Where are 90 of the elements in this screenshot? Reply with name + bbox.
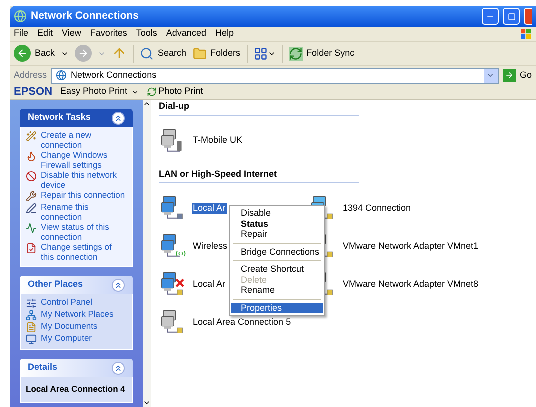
network-icon [14, 10, 27, 23]
address-value: Network Connections [71, 68, 158, 82]
task-link[interactable]: Rename this connection [41, 203, 127, 222]
network-icon [26, 310, 37, 321]
flame-icon [26, 151, 37, 162]
menu-item[interactable]: File [14, 27, 29, 41]
details-title: Local Area Connection 4 [26, 383, 126, 396]
task-link[interactable]: My Computer [41, 334, 92, 344]
photo-print-button[interactable]: Photo Print [146, 85, 204, 99]
menu-item[interactable]: Edit [38, 27, 54, 41]
wand-icon [26, 131, 37, 142]
caret-icon [486, 71, 496, 80]
group-header: Dial-up [159, 100, 359, 116]
task-link[interactable]: Control Panel [41, 298, 93, 308]
document-icon [26, 322, 37, 333]
windows-logo-icon [521, 28, 532, 40]
globe-icon [56, 70, 68, 81]
connection-name[interactable]: Local Ar [192, 202, 227, 214]
connection-name[interactable]: Local Ar [192, 278, 227, 290]
search-button[interactable]: Search [140, 46, 187, 60]
task-link[interactable]: View status of this connection [41, 223, 127, 242]
task-link[interactable]: My Network Places [41, 310, 114, 320]
back-button[interactable]: Back [14, 45, 56, 62]
folder-sync-button[interactable]: Folder Sync [288, 46, 355, 60]
double-chevron-icon [114, 280, 123, 290]
document-check-icon [26, 243, 37, 254]
disconnected-computer-icon [161, 270, 187, 298]
views-button[interactable] [254, 46, 276, 60]
connection-name[interactable]: Wireless [192, 240, 229, 252]
double-chevron-icon [114, 114, 123, 122]
menu-option[interactable]: Status [231, 218, 323, 229]
scrollbar[interactable] [143, 100, 151, 407]
group-header: LAN or High-Speed Internet [159, 168, 359, 183]
easy-photo-print-button[interactable]: Easy Photo Print [60, 85, 139, 99]
scroll-down-icon [143, 399, 151, 407]
panel-title: Network Tasks [28, 111, 91, 124]
wrench-icon [26, 191, 37, 202]
task-link[interactable]: Create a new connection [41, 131, 127, 150]
connection-name[interactable]: VMware Network Adapter VMnet8 [342, 278, 480, 290]
folder-icon [192, 46, 207, 60]
sliders-icon [26, 298, 37, 309]
search-icon [140, 46, 154, 60]
task-link[interactable]: My Documents [41, 322, 98, 332]
folders-button[interactable]: Folders [192, 46, 241, 60]
panel-title: Details [28, 361, 58, 374]
grid-icon [254, 46, 268, 60]
collapse-button[interactable] [112, 278, 125, 292]
menu-option[interactable]: Create Shortcut [231, 264, 323, 274]
address-field[interactable]: Network Connections [51, 68, 499, 84]
panel-title: Other Places [28, 278, 84, 292]
double-chevron-icon [114, 364, 123, 372]
task-link[interactable]: Repair this connection [41, 191, 126, 200]
connection-name[interactable]: VMware Network Adapter VMnet1 [342, 240, 480, 252]
sync-icon [146, 87, 157, 97]
window-title: Network Connections [31, 8, 140, 24]
close-button[interactable] [524, 8, 532, 25]
task-link[interactable]: Change settings of this connection [41, 243, 127, 262]
scroll-up-icon [143, 100, 151, 108]
menu-option[interactable]: Rename [231, 285, 323, 296]
menu-item[interactable]: Favorites [90, 27, 128, 41]
wireless-computer-icon [161, 232, 187, 260]
computer-icon [26, 334, 37, 345]
menu-option[interactable]: Bridge Connections [231, 246, 323, 257]
collapse-button[interactable] [112, 362, 125, 374]
connection-name[interactable]: 1394 Connection [342, 202, 412, 214]
collapse-button[interactable] [112, 112, 125, 124]
dropdown-button[interactable] [484, 68, 498, 82]
task-link[interactable]: Change Windows Firewall settings [41, 151, 127, 170]
menu-option[interactable]: Disable [231, 208, 323, 218]
menu-option[interactable]: Properties [231, 302, 323, 313]
connection-name[interactable]: Local Area Connection 5 [192, 316, 292, 328]
blocked-icon [26, 171, 37, 182]
menu-item[interactable]: View [62, 27, 82, 41]
menu-item[interactable]: Tools [136, 27, 158, 41]
menu-option[interactable]: Repair [231, 229, 323, 240]
pen-icon [26, 203, 37, 214]
maximize-icon [508, 12, 516, 20]
menu-item[interactable]: Help [215, 27, 234, 41]
task-link[interactable]: Disable this network device [41, 171, 127, 190]
sync-icon [288, 46, 303, 60]
pulse-icon [26, 223, 37, 234]
forward-arrow-icon [78, 48, 90, 59]
connection-name[interactable]: T-Mobile UK [192, 135, 244, 146]
maximize-button[interactable] [503, 8, 520, 25]
address-label: Address [14, 68, 48, 82]
epson-logo: EPSON [14, 84, 53, 100]
menu-item[interactable]: Advanced [166, 27, 206, 41]
caret-icon [132, 88, 139, 96]
go-button[interactable]: Go [502, 68, 532, 82]
minimize-button[interactable] [482, 8, 499, 25]
